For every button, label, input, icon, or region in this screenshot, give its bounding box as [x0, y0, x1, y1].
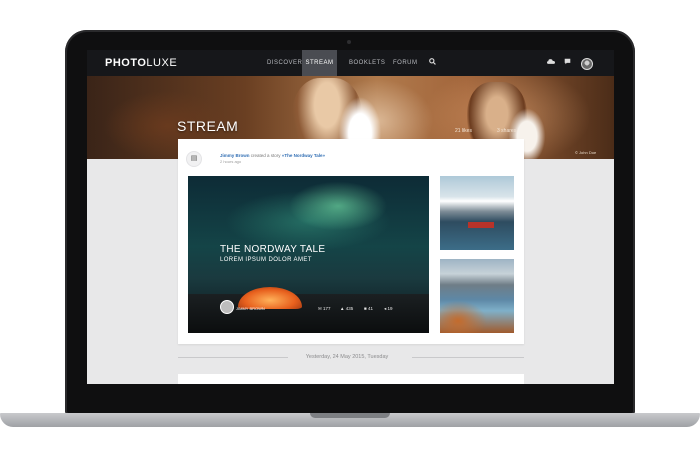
thumb-up-icon: ▲ — [340, 306, 345, 311]
bookmarks-stat[interactable]: ■ 41 — [364, 306, 373, 311]
upload-icon[interactable] — [547, 58, 555, 67]
nav-discover-label: DISCOVER — [267, 60, 303, 66]
search-icon[interactable] — [429, 58, 436, 67]
feature-title: THE NORDWAY TALE — [220, 244, 326, 255]
top-navbar: PHOTOLUXE DISCOVER STREAM BOOKLETS FORUM — [87, 50, 614, 76]
shares-count: 19 — [387, 306, 393, 311]
story-type-icon[interactable]: ▤ — [186, 151, 202, 167]
comment-icon: ✉ — [318, 306, 322, 311]
hero-title: STREAM — [177, 118, 239, 134]
bookmarks-count: 41 — [367, 306, 373, 311]
nav-forum[interactable]: FORUM — [393, 50, 417, 76]
red-houses — [468, 222, 494, 228]
nav-stream-label: STREAM — [305, 60, 334, 66]
app-logo[interactable]: PHOTOLUXE — [105, 57, 177, 69]
nav-discover[interactable]: DISCOVER — [267, 50, 303, 76]
feature-author-name[interactable]: JIMMY BROWN — [236, 306, 265, 311]
activity-line: Jimmy Brown created a story «The Nordway… — [220, 153, 325, 158]
hero-stat-right: 3 shares — [497, 128, 517, 134]
likes-count: 435 — [345, 306, 354, 311]
comments-stat[interactable]: ✉ 177 — [318, 306, 331, 312]
nav-forum-label: FORUM — [393, 60, 418, 66]
user-avatar[interactable] — [581, 58, 593, 70]
laptop-base-notch — [310, 413, 390, 418]
bookmark-icon: ■ — [364, 306, 367, 311]
laptop-camera — [347, 40, 351, 44]
date-divider-right — [412, 357, 524, 358]
feature-author-avatar[interactable] — [220, 300, 234, 314]
feature-subtitle: LOREM IPSUM DOLOR AMET — [220, 257, 312, 263]
nav-booklets-label: BOOKLETS — [349, 60, 386, 66]
chat-icon[interactable] — [564, 58, 571, 67]
date-divider-left — [178, 357, 288, 358]
hero-photo-credit: © John Doe — [575, 150, 597, 155]
activity-story-link[interactable]: «The Nordway Tale» — [282, 153, 325, 158]
next-stream-card — [178, 374, 524, 384]
featured-story-image[interactable]: THE NORDWAY TALE LOREM IPSUM DOLOR AMET … — [188, 176, 429, 333]
share-icon: ◂ — [384, 306, 387, 311]
stream-card: ▤ Jimmy Brown created a story «The Nordw… — [178, 139, 524, 344]
comments-count: 177 — [323, 306, 331, 311]
date-divider-label: Yesterday, 24 May 2015, Tuesday — [305, 354, 389, 360]
hero-stat-left: 21 likes — [455, 128, 472, 134]
logo-bold-text: PHOTO — [105, 57, 147, 69]
activity-author-link[interactable]: Jimmy Brown — [220, 153, 250, 158]
story-thumbnail-fjord[interactable] — [440, 259, 514, 333]
nav-stream[interactable]: STREAM — [302, 50, 337, 76]
activity-action: created a story — [250, 153, 281, 158]
logo-light-text: LUXE — [146, 57, 178, 69]
nav-booklets[interactable]: BOOKLETS — [349, 50, 386, 76]
story-thumbnail-harbor[interactable] — [440, 176, 514, 250]
screen: PHOTOLUXE DISCOVER STREAM BOOKLETS FORUM… — [87, 50, 614, 384]
shares-stat[interactable]: ◂ 19 — [384, 306, 393, 312]
likes-stat[interactable]: ▲ 435 — [340, 306, 353, 311]
activity-timestamp: 2 hours ago — [220, 159, 242, 164]
